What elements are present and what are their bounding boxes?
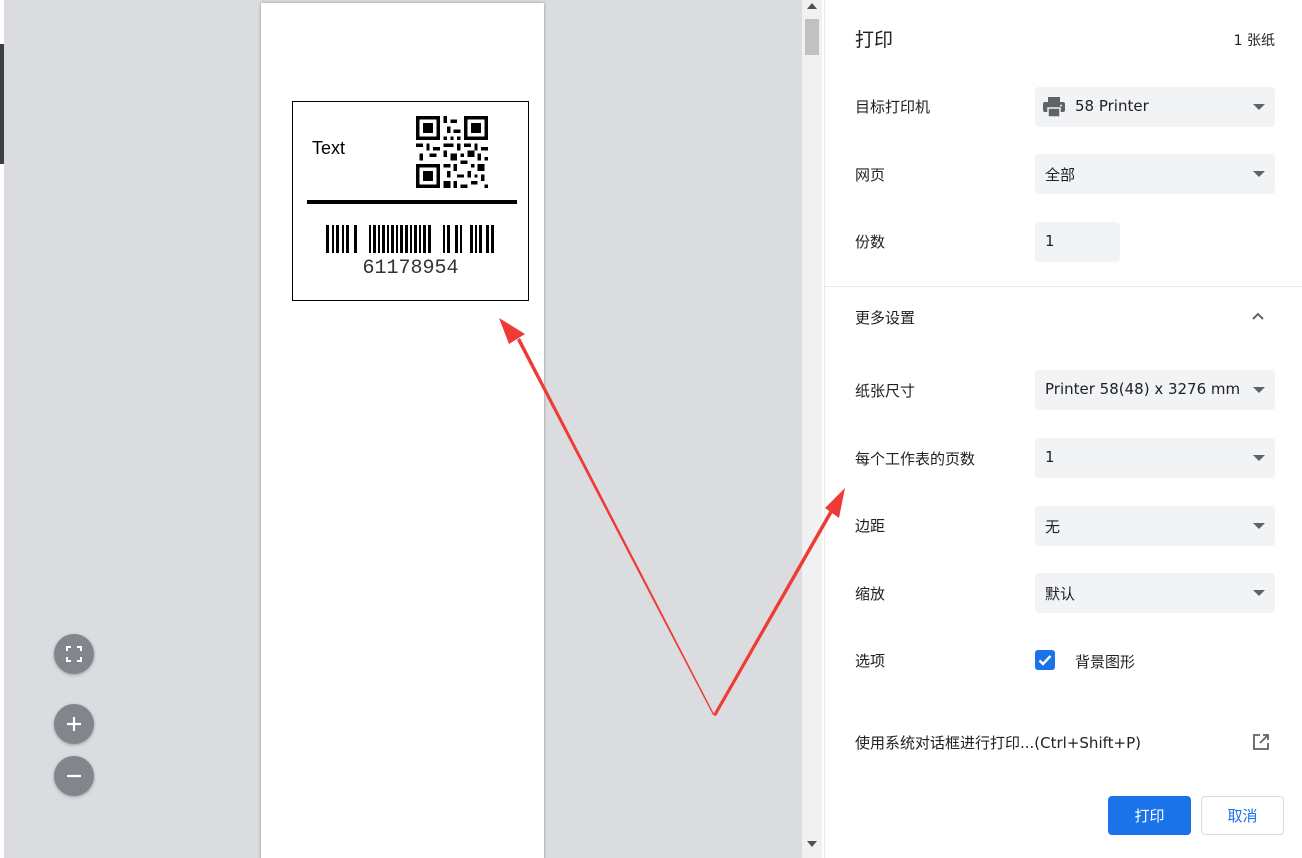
zoom-in-button[interactable]: [54, 704, 94, 744]
dropdown-caret-icon: [1253, 590, 1265, 596]
margins-value: 无: [1045, 518, 1061, 536]
copies-value: 1: [1045, 232, 1055, 250]
label-text: Text: [312, 138, 346, 158]
pages-label: 网页: [855, 166, 886, 184]
scale-value: 默认: [1045, 585, 1076, 603]
section-divider: [825, 286, 1302, 287]
pages-select[interactable]: 全部: [1035, 154, 1275, 194]
print-settings-panel: 打印 1 张纸 目标打印机 58 Printer 网页 全部 份数 1 更多设置…: [824, 0, 1302, 858]
fit-page-icon: [66, 646, 82, 662]
zoom-out-button[interactable]: [54, 756, 94, 796]
checkmark-icon: [1038, 655, 1052, 666]
barcode-number: 61178954: [362, 257, 459, 280]
print-preview-area: Text 61178954: [0, 0, 802, 858]
pages-value: 全部: [1045, 166, 1076, 184]
pages-per-sheet-label: 每个工作表的页数: [855, 450, 976, 468]
scroll-up-arrow-icon[interactable]: [807, 3, 817, 9]
pages-per-sheet-select[interactable]: 1: [1035, 438, 1275, 478]
options-label: 选项: [855, 652, 886, 670]
copies-input[interactable]: 1: [1035, 222, 1120, 262]
open-in-new-icon[interactable]: [1252, 733, 1270, 751]
printer-icon: [1043, 97, 1065, 117]
scroll-down-arrow-icon[interactable]: [807, 841, 817, 847]
chevron-up-icon[interactable]: [1251, 309, 1265, 323]
paper-size-select[interactable]: Printer 58(48) x 3276 mm: [1035, 370, 1275, 410]
sheet-count: 1 张纸: [1233, 33, 1275, 49]
panel-title: 打印: [855, 29, 894, 51]
label-frame: Text 61178954: [292, 101, 529, 301]
system-dialog-link[interactable]: 使用系统对话框进行打印...(Ctrl+Shift+P): [855, 732, 1141, 753]
dropdown-caret-icon: [1253, 171, 1265, 177]
preview-scrollbar[interactable]: [802, 0, 822, 858]
pages-per-sheet-value: 1: [1045, 448, 1055, 466]
background-graphics-label[interactable]: 背景图形: [1075, 651, 1135, 672]
print-button[interactable]: 打印: [1108, 796, 1191, 835]
qr-code: [416, 116, 488, 188]
background-window-strip: [0, 44, 4, 164]
preview-page: Text 61178954: [261, 3, 544, 858]
barcode: [326, 225, 494, 253]
margins-select[interactable]: 无: [1035, 506, 1275, 546]
fit-to-page-button[interactable]: [54, 634, 94, 674]
dropdown-caret-icon: [1253, 523, 1265, 529]
plus-icon: [67, 717, 81, 731]
scale-select[interactable]: 默认: [1035, 573, 1275, 613]
destination-label: 目标打印机: [855, 98, 931, 116]
destination-select[interactable]: 58 Printer: [1035, 87, 1275, 127]
scale-label: 缩放: [855, 585, 886, 603]
dropdown-caret-icon: [1253, 455, 1265, 461]
dropdown-caret-icon: [1253, 104, 1265, 110]
cancel-button[interactable]: 取消: [1201, 796, 1284, 835]
paper-size-value: Printer 58(48) x 3276 mm: [1045, 380, 1241, 398]
minus-icon: [67, 774, 81, 778]
more-settings-toggle[interactable]: 更多设置: [855, 307, 915, 328]
scrollbar-thumb[interactable]: [805, 19, 819, 55]
label-divider-line: [307, 200, 517, 204]
copies-label: 份数: [855, 233, 886, 251]
paper-size-label: 纸张尺寸: [855, 382, 916, 400]
background-graphics-checkbox[interactable]: [1035, 650, 1055, 670]
dropdown-caret-icon: [1253, 387, 1265, 393]
margins-label: 边距: [855, 517, 886, 535]
destination-value: 58 Printer: [1075, 97, 1149, 115]
